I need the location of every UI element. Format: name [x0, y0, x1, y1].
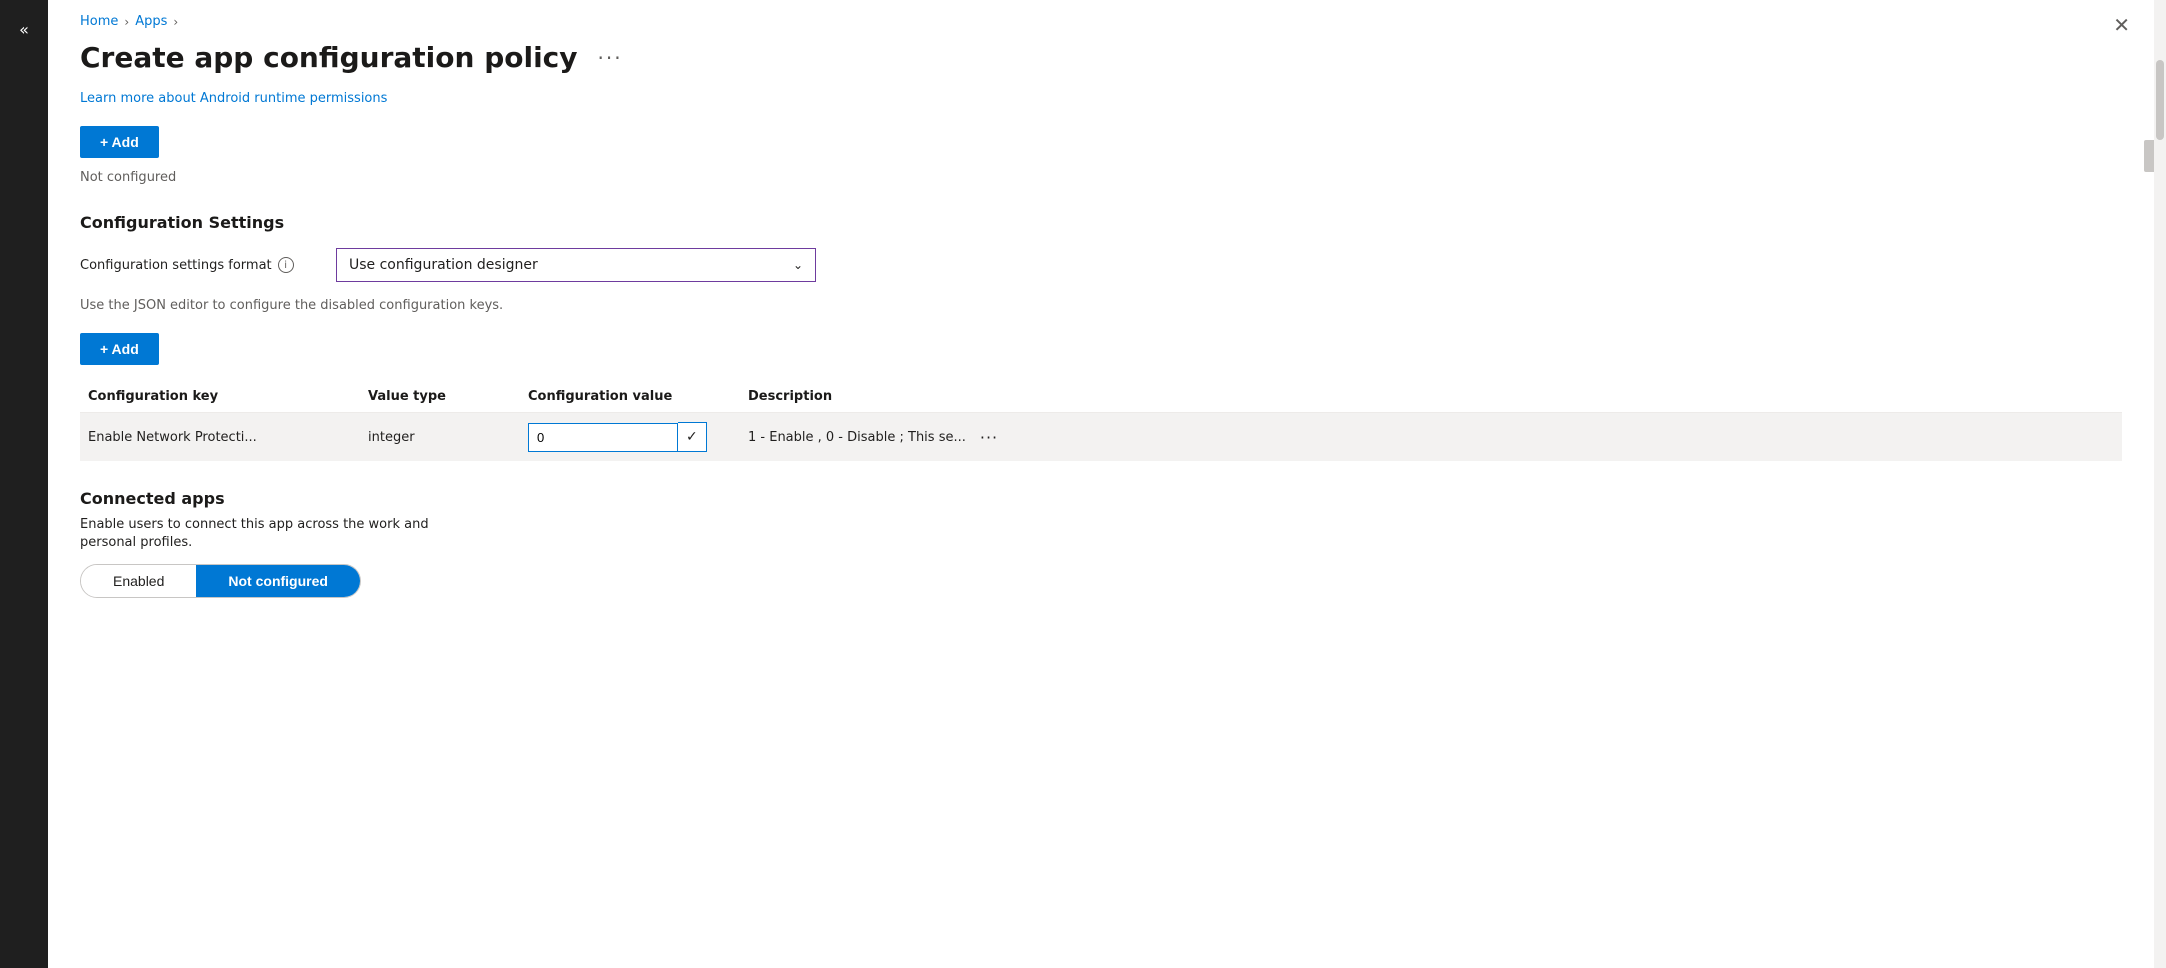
format-row: Configuration settings format i Use conf…	[80, 248, 2122, 282]
breadcrumb-sep-2: ›	[173, 15, 178, 29]
connected-apps-title: Connected apps	[80, 489, 2122, 508]
breadcrumb-home[interactable]: Home	[80, 14, 118, 29]
add-button-1[interactable]: + Add	[80, 126, 159, 158]
td-description: 1 - Enable , 0 - Disable ; This se... ··…	[740, 418, 2122, 457]
config-value-input[interactable]	[528, 423, 678, 452]
main-content: ✕ Home › Apps › Create app configuration…	[48, 0, 2154, 968]
description-text: 1 - Enable , 0 - Disable ; This se...	[748, 430, 966, 445]
format-dropdown[interactable]: Use configuration designer ⌄	[336, 248, 816, 282]
th-config-value: Configuration value	[520, 389, 740, 404]
breadcrumb-apps[interactable]: Apps	[135, 14, 167, 29]
toggle-enabled[interactable]: Enabled	[81, 565, 196, 597]
table-header: Configuration key Value type Configurati…	[80, 381, 2122, 413]
close-button[interactable]: ✕	[2113, 16, 2130, 36]
content-area: Learn more about Android runtime permiss…	[48, 90, 2154, 630]
breadcrumb-bar: Home › Apps ›	[48, 0, 2154, 33]
page-header: Create app configuration policy ···	[48, 33, 2154, 90]
connected-apps-section: Connected apps Enable users to connect t…	[80, 489, 2122, 598]
scrollbar-track	[2154, 0, 2166, 968]
connected-apps-desc: Enable users to connect this app across …	[80, 516, 480, 552]
format-info-icon[interactable]: i	[278, 257, 294, 273]
add-button-2[interactable]: + Add	[80, 333, 159, 365]
sidebar: «	[0, 0, 48, 968]
format-label-text: Configuration settings format	[80, 258, 272, 273]
toggle-group: Enabled Not configured	[80, 564, 361, 598]
th-config-key: Configuration key	[80, 389, 360, 404]
learn-more-link[interactable]: Learn more about Android runtime permiss…	[80, 91, 387, 106]
collapse-button[interactable]: «	[11, 12, 37, 47]
table-row: Enable Network Protecti... integer ✓ 1 -…	[80, 413, 2122, 461]
breadcrumb-sep-1: ›	[124, 15, 129, 29]
not-configured-text: Not configured	[80, 170, 2122, 185]
configuration-settings-title: Configuration Settings	[80, 213, 2122, 232]
more-options-button[interactable]: ···	[590, 44, 631, 72]
right-edge-tab	[2144, 140, 2154, 172]
config-value-check-icon[interactable]: ✓	[678, 422, 707, 452]
th-value-type: Value type	[360, 389, 520, 404]
format-label: Configuration settings format i	[80, 257, 320, 273]
format-dropdown-value: Use configuration designer	[349, 257, 538, 273]
toggle-not-configured[interactable]: Not configured	[196, 565, 360, 597]
scrollbar-thumb[interactable]	[2156, 60, 2164, 140]
helper-text: Use the JSON editor to configure the dis…	[80, 298, 2122, 313]
configuration-settings-section: Configuration Settings Configuration set…	[80, 213, 2122, 461]
td-value-type: integer	[360, 422, 520, 453]
page-title: Create app configuration policy	[80, 41, 578, 74]
dropdown-chevron-icon: ⌄	[793, 258, 803, 272]
th-description: Description	[740, 389, 2122, 404]
td-config-value: ✓	[520, 414, 740, 460]
breadcrumb: Home › Apps ›	[80, 14, 178, 29]
row-ellipsis-button[interactable]: ···	[974, 426, 1004, 449]
configuration-table: Configuration key Value type Configurati…	[80, 381, 2122, 461]
td-config-key: Enable Network Protecti...	[80, 422, 360, 453]
